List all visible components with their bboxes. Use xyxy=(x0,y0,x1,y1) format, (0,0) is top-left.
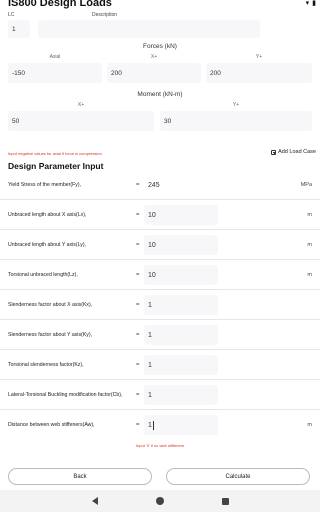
description-label: Description xyxy=(92,12,118,18)
param-equals: = xyxy=(136,272,140,278)
param-label: Lateral-Torsional Buckling modification … xyxy=(8,392,123,398)
cb-input[interactable]: 1 xyxy=(144,385,218,405)
param-row-lx: Unbraced length about X axis(Lx), = 10 m xyxy=(0,200,320,230)
moment-x-label: X+ xyxy=(77,102,85,108)
param-equals: = xyxy=(136,182,140,188)
param-row-cb: Lateral-Torsional Buckling modification … xyxy=(0,380,320,410)
param-equals: = xyxy=(136,302,140,308)
navigation-bar xyxy=(0,490,320,512)
param-label: Torsional slenderness factor(Kz), xyxy=(8,362,84,368)
param-label: Yield Stress of the member(Fy), xyxy=(8,182,82,188)
lc-label: LC xyxy=(8,12,15,18)
description-input[interactable] xyxy=(38,20,260,38)
param-equals: = xyxy=(136,362,140,368)
page-title: IS800 Design Loads xyxy=(8,0,112,9)
param-label: Unbraced length about X axis(Lx), xyxy=(8,212,87,218)
wifi-icon: ▾ xyxy=(305,0,310,7)
param-equals: = xyxy=(136,422,140,428)
force-x-input[interactable]: 200 xyxy=(107,63,201,83)
force-y-input[interactable]: 200 xyxy=(206,63,312,83)
param-unit: m xyxy=(307,422,312,428)
moment-title: Moment (kN-m) xyxy=(137,91,183,98)
calculate-button[interactable]: Calculate xyxy=(166,468,310,485)
param-label: Slenderness factor about Y axis(Ky), xyxy=(8,332,93,338)
param-row-fy: Yield Stress of the member(Fy), = 245 MP… xyxy=(0,170,320,200)
fy-input[interactable]: 245 xyxy=(144,175,218,195)
param-equals: = xyxy=(136,332,140,338)
force-axial-input[interactable]: -150 xyxy=(8,63,102,83)
param-equals: = xyxy=(136,242,140,248)
moment-y-label: Y+ xyxy=(232,102,240,108)
add-load-case-button[interactable]: Add Load Case xyxy=(271,149,316,155)
aw-input[interactable]: 1 xyxy=(144,415,218,435)
param-label: Unbraced length about Y axis(Ly), xyxy=(8,242,87,248)
param-label: Torsional unbraced length(Lz), xyxy=(8,272,78,278)
nav-recents-icon[interactable] xyxy=(221,497,229,505)
lz-input[interactable]: 10 xyxy=(144,265,218,285)
status-icons: ▾ ▮ xyxy=(306,0,316,8)
add-box-icon xyxy=(271,149,277,155)
lc-input[interactable]: 1 xyxy=(8,20,30,38)
param-unit: MPa xyxy=(300,182,312,188)
forces-title: Forces (kN) xyxy=(143,43,177,50)
param-row-ky: Slenderness factor about Y axis(Ky), = 1 xyxy=(0,320,320,350)
param-unit: m xyxy=(307,272,312,278)
aw-input-value: 1 xyxy=(148,421,152,429)
text-cursor xyxy=(152,420,154,430)
param-equals: = xyxy=(136,392,140,398)
forces-x-label: X+ xyxy=(150,54,158,60)
moment-x-input[interactable]: 50 xyxy=(8,111,154,131)
lx-input[interactable]: 10 xyxy=(144,205,218,225)
stiffener-hint: Input '0' if no web stiffeners xyxy=(135,443,185,448)
param-row-ly: Unbraced length about Y axis(Ly), = 10 m xyxy=(0,230,320,260)
param-row-kx: Slenderness factor about X axis(Kx), = 1 xyxy=(0,290,320,320)
kz-input[interactable]: 1 xyxy=(144,355,218,375)
param-unit: m xyxy=(307,212,312,218)
param-label: Slenderness factor about X axis(Kx), xyxy=(8,302,93,308)
compression-note: Input negative values for axial if force… xyxy=(8,151,102,156)
nav-home-icon[interactable] xyxy=(155,497,164,505)
ly-input[interactable]: 10 xyxy=(144,235,218,255)
moment-y-input[interactable]: 30 xyxy=(160,111,312,131)
battery-icon: ▮ xyxy=(312,0,316,7)
param-equals: = xyxy=(136,212,140,218)
kx-input[interactable]: 1 xyxy=(144,295,218,315)
nav-back-icon[interactable] xyxy=(91,497,98,505)
back-button[interactable]: Back xyxy=(8,468,152,485)
add-load-case-label: Add Load Case xyxy=(278,149,316,155)
param-row-kz: Torsional slenderness factor(Kz), = 1 xyxy=(0,350,320,380)
ky-input[interactable]: 1 xyxy=(144,325,218,345)
forces-y-label: Y+ xyxy=(255,54,263,60)
param-unit: m xyxy=(307,242,312,248)
param-row-lz: Torsional unbraced length(Lz), = 10 m xyxy=(0,260,320,290)
param-row-aw: Distance between web stiffeners(Aw), = 1… xyxy=(0,410,320,440)
param-label: Distance between web stiffeners(Aw), xyxy=(8,422,95,428)
forces-axial-label: Axial xyxy=(49,54,61,60)
